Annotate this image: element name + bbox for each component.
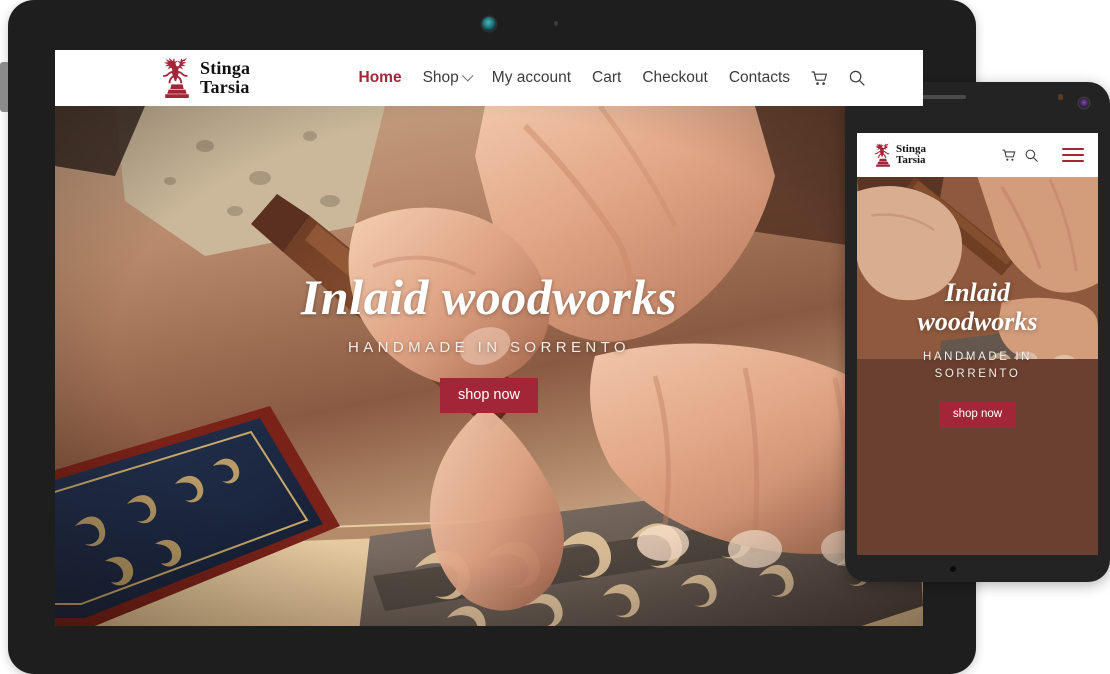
- nav-item-contacts-label: Contacts: [728, 69, 790, 86]
- cart-icon[interactable]: [1002, 149, 1016, 162]
- tablet-front-camera-icon: [482, 17, 496, 31]
- tablet-screen: Stinga Tarsia Home Shop My account Cart …: [55, 50, 923, 626]
- tablet-sensor-icon: [554, 21, 558, 26]
- mobile-hero-section: Inlaid woodworks HANDMADE IN SORRENTO sh…: [857, 177, 1098, 555]
- stinga-tarsia-figure-icon: [160, 58, 194, 98]
- brand-logo-link[interactable]: Stinga Tarsia: [160, 58, 250, 98]
- mobile-hero-title: Inlaid woodworks: [918, 278, 1038, 336]
- mobile-hero-subtitle-line1: HANDMADE IN: [922, 351, 1033, 364]
- site-header: Stinga Tarsia Home Shop My account Cart …: [55, 50, 923, 106]
- mobile-brand-name-line1: Stinga: [896, 142, 926, 155]
- nav-item-my-account[interactable]: My account: [492, 69, 571, 87]
- mobile-brand-name-line2: Tarsia: [896, 154, 926, 166]
- main-navigation: Home Shop My account Cart Checkout Conta…: [359, 69, 866, 87]
- brand-name-line1: Stinga: [200, 58, 251, 78]
- hamburger-bar: [1062, 160, 1084, 162]
- mobile-hero-content: Inlaid woodworks HANDMADE IN SORRENTO sh…: [857, 177, 1098, 555]
- hero-section: Inlaid woodworks HANDMADE IN SORRENTO sh…: [55, 106, 923, 626]
- nav-item-my-account-label: My account: [491, 69, 572, 86]
- nav-item-shop[interactable]: Shop: [422, 69, 474, 87]
- nav-item-cart-label: Cart: [592, 69, 622, 86]
- mobile-brand-logo-link[interactable]: Stinga Tarsia: [873, 143, 926, 167]
- hamburger-bar: [1062, 148, 1084, 150]
- stinga-tarsia-figure-icon: [873, 143, 893, 167]
- cart-icon[interactable]: [811, 70, 828, 86]
- hamburger-bar: [1062, 154, 1084, 156]
- nav-item-shop-label: Shop: [422, 69, 459, 86]
- search-icon[interactable]: [849, 70, 865, 86]
- nav-item-contacts[interactable]: Contacts: [729, 69, 790, 87]
- nav-item-home[interactable]: Home: [359, 69, 402, 87]
- hamburger-menu-icon[interactable]: [1062, 148, 1084, 162]
- phone-front-camera-icon: [1079, 98, 1089, 108]
- mobile-hero-title-line1: Inlaid: [944, 278, 1010, 308]
- hero-subtitle: HANDMADE IN SORRENTO: [348, 339, 630, 357]
- nav-item-checkout[interactable]: Checkout: [642, 69, 707, 87]
- chevron-down-icon: [461, 70, 474, 82]
- mobile-header-actions: [1002, 148, 1084, 162]
- mobile-site-header: Stinga Tarsia: [857, 133, 1098, 177]
- nav-item-checkout-label: Checkout: [642, 69, 708, 86]
- nav-item-cart[interactable]: Cart: [592, 69, 621, 87]
- search-icon[interactable]: [1025, 149, 1038, 162]
- mobile-hero-subtitle-line2: SORRENTO: [934, 368, 1021, 381]
- phone-home-button[interactable]: [950, 566, 956, 572]
- mobile-brand-name: Stinga Tarsia: [896, 142, 926, 167]
- brand-name-line2: Tarsia: [200, 77, 250, 97]
- mobile-hero-subtitle: HANDMADE IN SORRENTO: [923, 349, 1032, 382]
- phone-device-frame: Stinga Tarsia Inlaid woodworks HANDMADE …: [845, 82, 1110, 582]
- phone-sensor-icon: [1058, 94, 1063, 100]
- tablet-device-frame: Stinga Tarsia Home Shop My account Cart …: [0, 0, 976, 674]
- tablet-power-button[interactable]: [0, 62, 8, 112]
- mobile-shop-now-button[interactable]: shop now: [938, 400, 1017, 428]
- brand-name: Stinga Tarsia: [200, 59, 250, 97]
- mobile-hero-title-line2: woodworks: [917, 307, 1038, 337]
- shop-now-button[interactable]: shop now: [439, 378, 539, 414]
- hero-content: Inlaid woodworks HANDMADE IN SORRENTO sh…: [55, 106, 923, 626]
- nav-item-home-label: Home: [358, 69, 402, 86]
- phone-screen: Stinga Tarsia Inlaid woodworks HANDMADE …: [857, 133, 1098, 555]
- hero-title: Inlaid woodworks: [300, 268, 678, 325]
